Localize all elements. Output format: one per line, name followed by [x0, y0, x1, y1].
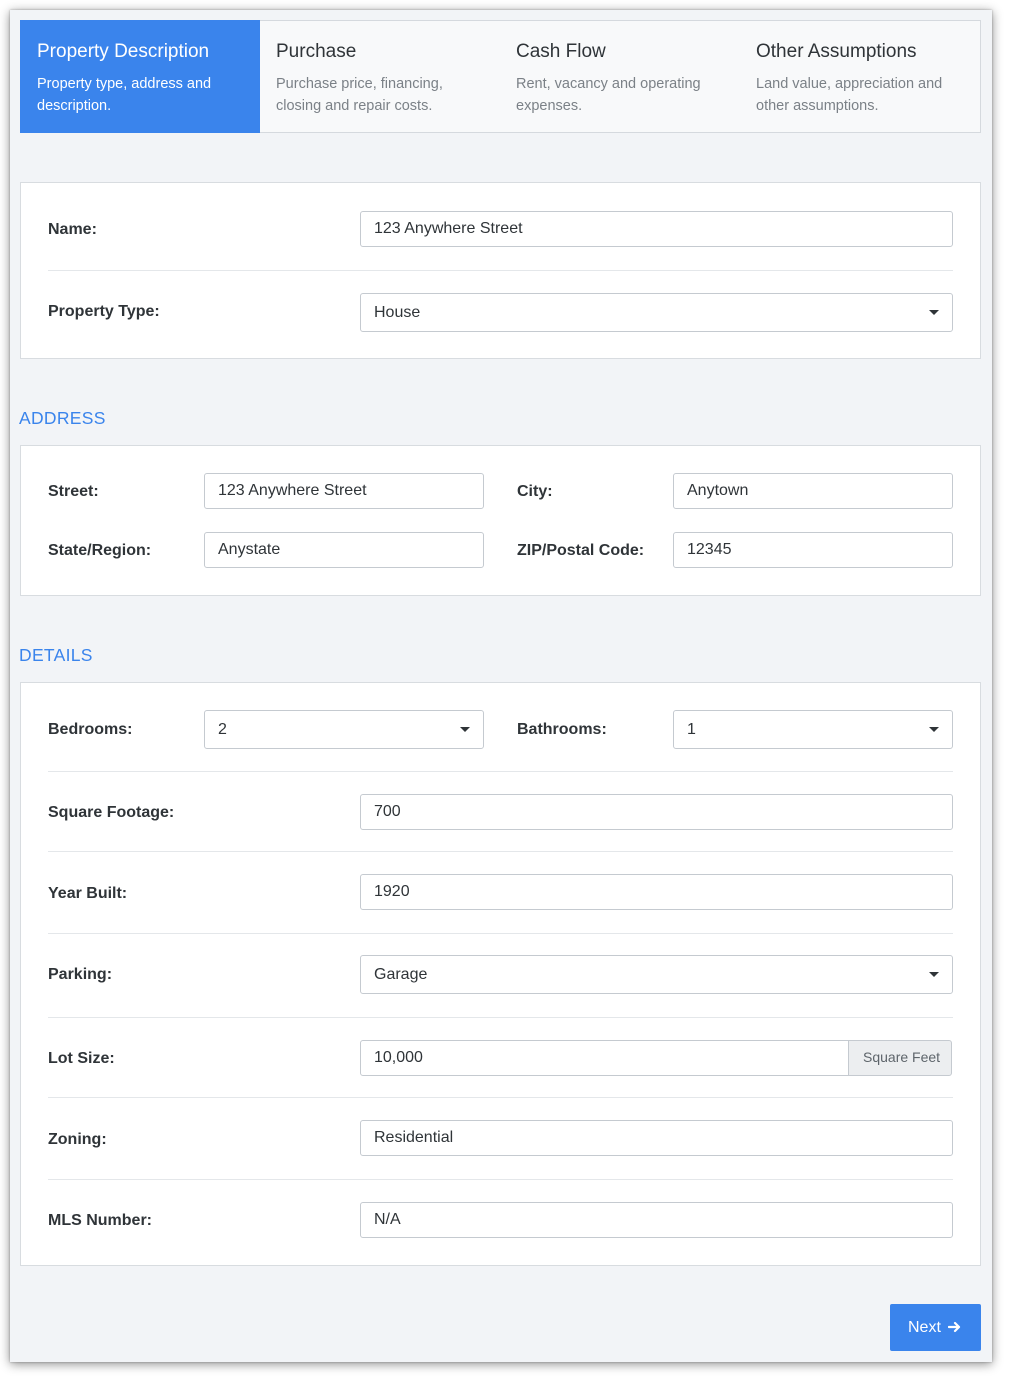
square-footage-input[interactable]: 700 [360, 794, 953, 830]
state-label: State/Region: [48, 542, 152, 559]
divider [48, 270, 953, 271]
street-input[interactable]: 123 Anywhere Street [204, 473, 484, 509]
property-type-select[interactable]: House [360, 293, 953, 332]
street-label: Street: [48, 483, 99, 500]
step-title: Cash Flow [516, 41, 606, 62]
parking-label: Parking: [48, 966, 113, 983]
step-description: Property type, address and description. [37, 76, 212, 114]
caret-down-icon [460, 727, 470, 732]
name-label: Name: [48, 221, 97, 238]
zip-label: ZIP/Postal Code: [517, 542, 645, 559]
divider [48, 1179, 953, 1180]
address-heading: ADDRESS [19, 408, 106, 428]
bedrooms-value: 2 [218, 721, 227, 738]
bathrooms-label: Bathrooms: [517, 721, 607, 738]
wizard-steps: Property Description Property type, addr… [20, 20, 981, 133]
step-description: Purchase price, financing, closing and r… [276, 76, 443, 114]
state-input[interactable]: Anystate [204, 532, 484, 568]
divider [48, 1097, 953, 1098]
caret-down-icon [929, 310, 939, 315]
app-window: Property Description Property type, addr… [10, 10, 992, 1362]
general-card: Name: 123 Anywhere Street Property Type:… [20, 182, 981, 359]
details-heading: DETAILS [19, 645, 93, 665]
next-label: Next [908, 1319, 941, 1336]
city-label: City: [517, 483, 553, 500]
step-title: Other Assumptions [756, 41, 917, 62]
step-description: Rent, vacancy and operating expenses. [516, 76, 701, 114]
property-type-label: Property Type: [48, 303, 160, 320]
mls-number-label: MLS Number: [48, 1212, 152, 1229]
divider [48, 933, 953, 934]
bathrooms-value: 1 [687, 721, 696, 738]
bathrooms-select[interactable]: 1 [673, 710, 953, 749]
caret-down-icon [929, 972, 939, 977]
name-input[interactable]: 123 Anywhere Street [360, 211, 953, 247]
step-title: Property Description [37, 41, 210, 62]
step-title: Purchase [276, 41, 357, 62]
parking-value: Garage [374, 966, 428, 983]
next-button[interactable]: Next [890, 1304, 981, 1351]
mls-number-input[interactable]: N/A [360, 1202, 953, 1238]
year-built-label: Year Built: [48, 885, 128, 902]
divider [48, 851, 953, 852]
zoning-input[interactable]: Residential [360, 1120, 953, 1156]
zoning-label: Zoning: [48, 1131, 107, 1148]
parking-select[interactable]: Garage [360, 955, 953, 994]
step-property-description[interactable]: Property Description Property type, addr… [20, 20, 260, 133]
zip-input[interactable]: 12345 [673, 532, 953, 568]
step-purchase[interactable]: Purchase Purchase price, financing, clos… [260, 21, 500, 132]
step-description: Land value, appreciation and other assum… [756, 76, 943, 114]
year-built-input[interactable]: 1920 [360, 874, 953, 910]
caret-down-icon [929, 727, 939, 732]
square-footage-label: Square Footage: [48, 804, 175, 821]
bedrooms-select[interactable]: 2 [204, 710, 484, 749]
address-card: Street: 123 Anywhere Street City: Anytow… [20, 445, 981, 596]
bedrooms-label: Bedrooms: [48, 721, 133, 738]
city-input[interactable]: Anytown [673, 473, 953, 509]
step-other-assumptions[interactable]: Other Assumptions Land value, appreciati… [740, 21, 980, 132]
step-cash-flow[interactable]: Cash Flow Rent, vacancy and operating ex… [500, 21, 740, 132]
property-type-value: House [374, 304, 421, 321]
lot-size-unit: Square Feet [848, 1040, 952, 1076]
divider [48, 771, 953, 772]
details-card: Bedrooms: 2 Bathrooms: 1 Square Footage:… [20, 682, 981, 1266]
arrow-right-icon [948, 1321, 961, 1333]
lot-size-label: Lot Size: [48, 1050, 115, 1067]
lot-size-input[interactable]: 10,000 [360, 1040, 849, 1076]
divider [48, 1017, 953, 1018]
